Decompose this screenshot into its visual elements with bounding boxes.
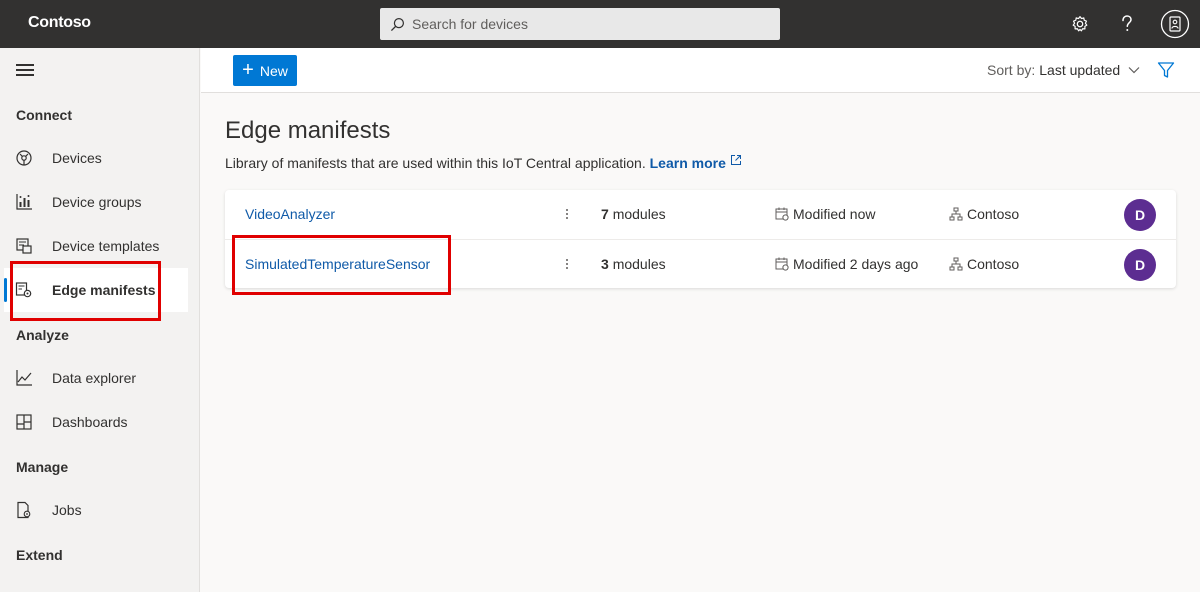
sidebar-item-label: Device groups: [52, 194, 142, 210]
plus-icon: +: [242, 58, 254, 81]
section-analyze: Analyze: [16, 327, 69, 343]
org-icon: [949, 207, 963, 221]
profile-icon[interactable]: [1160, 9, 1190, 39]
menu-icon[interactable]: [16, 64, 34, 78]
gear-icon[interactable]: [1066, 10, 1094, 38]
page-title: Edge manifests: [225, 117, 391, 144]
sidebar-item-label: Data explorer: [52, 370, 137, 386]
modified-status: Modified now: [775, 206, 876, 222]
device-groups-icon: [14, 192, 34, 212]
sidebar-item-dashboards[interactable]: Dashboards: [4, 400, 188, 444]
sidebar-item-label: Dashboards: [52, 414, 128, 430]
page-description: Library of manifests that are used withi…: [225, 153, 742, 171]
avatar[interactable]: D: [1124, 199, 1156, 231]
section-connect: Connect: [16, 107, 72, 123]
device-templates-icon: [14, 236, 34, 256]
dashboards-icon: [14, 412, 34, 432]
more-options-icon[interactable]: [563, 206, 571, 222]
calendar-icon: [775, 257, 789, 271]
sidebar-item-devices[interactable]: Devices: [4, 136, 188, 180]
highlight-box: [232, 235, 451, 295]
organization: Contoso: [949, 206, 1019, 222]
filter-icon[interactable]: [1157, 61, 1175, 79]
sort-prefix: Sort by:: [987, 62, 1036, 78]
app-brand[interactable]: Contoso: [28, 14, 91, 32]
highlight-box: [10, 261, 161, 321]
manifest-name-link[interactable]: VideoAnalyzer: [245, 206, 335, 222]
list-item[interactable]: VideoAnalyzer 7 modules Modified now Con…: [225, 190, 1176, 239]
new-button-label: New: [259, 62, 288, 79]
modules-count: 7 modules: [601, 206, 666, 222]
sort-value: Last updated: [1039, 62, 1121, 78]
top-bar: Contoso: [0, 0, 1200, 48]
organization: Contoso: [949, 256, 1019, 272]
search-input[interactable]: [412, 16, 752, 32]
calendar-icon: [775, 207, 789, 221]
learn-more-link[interactable]: Learn more: [650, 155, 726, 171]
help-icon[interactable]: [1113, 10, 1141, 38]
sidebar-item-label: Device templates: [52, 238, 160, 254]
sidebar-item-jobs[interactable]: Jobs: [4, 488, 188, 532]
search-icon: [388, 15, 406, 33]
active-indicator: [4, 278, 7, 302]
sidebar-item-data-explorer[interactable]: Data explorer: [4, 356, 188, 400]
sidebar-item-device-groups[interactable]: Device groups: [4, 180, 188, 224]
sidebar-item-label: Devices: [52, 150, 102, 166]
description-text: Library of manifests that are used withi…: [225, 155, 646, 171]
modified-status: Modified 2 days ago: [775, 256, 918, 272]
more-options-icon[interactable]: [563, 256, 571, 272]
jobs-icon: [14, 500, 34, 520]
section-extend: Extend: [16, 547, 63, 563]
org-icon: [949, 257, 963, 271]
command-bar: + New Sort by: Last updated: [201, 48, 1200, 93]
external-link-icon: [730, 153, 742, 165]
sort-dropdown[interactable]: Sort by: Last updated: [987, 62, 1140, 78]
section-manage: Manage: [16, 459, 69, 475]
avatar[interactable]: D: [1124, 249, 1156, 281]
new-button[interactable]: + New: [233, 55, 297, 86]
devices-icon: [14, 148, 34, 168]
chevron-down-icon: [1128, 64, 1140, 76]
modules-count: 3 modules: [601, 256, 666, 272]
data-explorer-icon: [14, 368, 34, 388]
left-nav: Connect Devices Device groups Device tem…: [0, 48, 200, 592]
search-box[interactable]: [380, 8, 780, 40]
sidebar-item-label: Jobs: [52, 502, 82, 518]
